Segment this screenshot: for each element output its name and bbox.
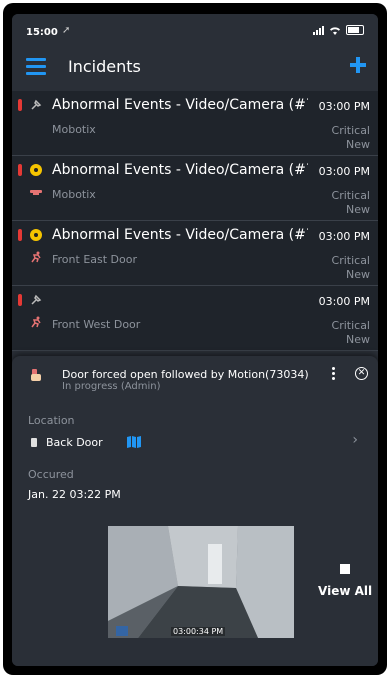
wifi-icon <box>330 26 340 35</box>
camera-still-image <box>108 526 294 638</box>
square-icon <box>340 564 351 574</box>
signal-icon <box>313 25 324 35</box>
incident-source: Front East Door <box>52 253 138 266</box>
critical-indicator <box>18 294 22 306</box>
critical-indicator <box>18 229 22 241</box>
incident-row[interactable]: Abnormal Events - Video/Camera (#76... 0… <box>12 156 378 221</box>
incident-row[interactable]: Abnormal Events - Video/Camera (#76... 0… <box>12 91 378 156</box>
screen: 15:00 ➚ Incidents Abnormal Events - Vide… <box>12 14 378 666</box>
door-icon <box>31 438 37 447</box>
incident-detail-sheet: Door forced open followed by Motion(7303… <box>12 356 378 666</box>
incident-source: Mobotix <box>52 188 96 201</box>
incident-name: Abnormal Events - Video/Camera (#76... <box>52 97 308 113</box>
camera-icon <box>30 190 42 195</box>
location-arrow-icon: ➚ <box>62 25 71 36</box>
incident-state: New <box>346 138 370 151</box>
map-icon[interactable] <box>126 435 142 449</box>
incident-row[interactable]: Abnormal Events - Video/Camera (#76... 0… <box>12 221 378 286</box>
pin-icon <box>31 294 42 305</box>
incident-severity: Critical <box>331 254 370 267</box>
occured-value: Jan. 22 03:22 PM <box>28 488 121 501</box>
location-value: Back Door <box>46 436 103 449</box>
close-icon[interactable]: ✕ <box>355 367 368 380</box>
status-indicators <box>313 25 364 35</box>
view-all-button[interactable]: View All <box>318 564 372 599</box>
incident-state: New <box>346 268 370 281</box>
page-title: Incidents <box>68 57 141 76</box>
detail-title: Door forced open followed by Motion(7303… <box>62 368 309 381</box>
incident-list: Abnormal Events - Video/Camera (#76... 0… <box>12 91 378 351</box>
occured-label: Occured <box>28 468 74 481</box>
video-thumbnail[interactable]: 03:00:34 PM <box>108 526 294 638</box>
status-time: 15:00 <box>26 27 58 38</box>
incident-time: 03:00 PM <box>318 100 370 113</box>
incident-time: 03:00 PM <box>318 230 370 243</box>
incident-source: Front West Door <box>52 318 141 331</box>
critical-indicator <box>18 164 22 176</box>
menu-icon[interactable] <box>26 58 46 75</box>
incident-source: Mobotix <box>52 123 96 136</box>
detail-status: In progress (Admin) <box>62 381 161 392</box>
running-person-icon <box>31 316 41 328</box>
incident-state: New <box>346 203 370 216</box>
radiation-icon <box>29 163 43 177</box>
incident-name: Abnormal Events - Video/Camera (#76... <box>52 227 308 243</box>
running-person-icon <box>31 251 41 263</box>
incident-severity: Critical <box>331 189 370 202</box>
incident-name: Abnormal Events - Video/Camera (#76... <box>52 162 308 178</box>
phone-frame: 15:00 ➚ Incidents Abnormal Events - Vide… <box>3 3 387 675</box>
app-header: Incidents <box>12 46 378 88</box>
status-bar: 15:00 ➚ <box>12 14 378 46</box>
battery-icon <box>346 25 364 35</box>
incident-severity: Critical <box>331 319 370 332</box>
chevron-right-icon[interactable]: › <box>352 432 358 448</box>
view-all-label: View All <box>318 584 373 598</box>
location-label: Location <box>28 414 75 427</box>
radiation-icon <box>29 228 43 242</box>
more-options-icon[interactable] <box>330 367 336 383</box>
incident-severity: Critical <box>331 124 370 137</box>
critical-indicator <box>18 99 22 111</box>
incident-row[interactable]: 03:00 PM Front West Door Critical New <box>12 286 378 351</box>
add-incident-button[interactable] <box>350 57 366 73</box>
incident-time: 03:00 PM <box>318 295 370 308</box>
incident-time: 03:00 PM <box>318 165 370 178</box>
pin-icon <box>31 99 42 110</box>
video-timestamp: 03:00:34 PM <box>171 627 226 636</box>
incident-state: New <box>346 333 370 346</box>
hand-icon <box>31 369 41 381</box>
